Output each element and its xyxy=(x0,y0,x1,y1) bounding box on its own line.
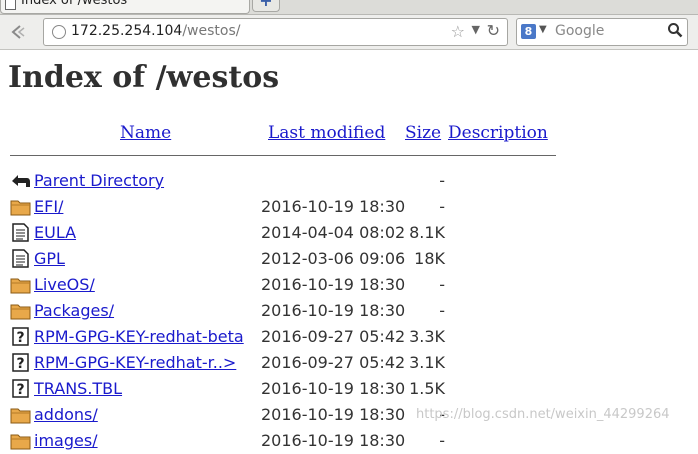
file-size: 3.3K xyxy=(409,327,445,346)
unknown-file-icon: ? xyxy=(10,327,31,346)
file-date: 2016-10-19 18:30 xyxy=(261,431,406,450)
tab-strip: Index of /westos + xyxy=(0,0,698,15)
search-engine-dropdown-icon[interactable]: ▼ xyxy=(539,24,547,35)
tab-westos[interactable]: Index of /westos xyxy=(0,0,250,14)
table-row: ? RPM-GPG-KEY-redhat-r..> 2016-09-27 05:42… xyxy=(0,350,698,376)
back-button[interactable] xyxy=(4,20,32,44)
table-row: ? RPM-GPG-KEY-redhat-beta 2016-09-27 05:42… xyxy=(0,324,698,350)
table-row: Parent Directory - xyxy=(0,168,698,194)
file-date: 2016-09-27 05:42 xyxy=(261,327,406,346)
table-row: ? TRANS.TBL 2016-10-19 18:30 1.5K xyxy=(0,376,698,402)
search-bar[interactable]: 8 ▼ Google xyxy=(516,18,688,46)
table-row: Packages/2016-10-19 18:30 - xyxy=(0,298,698,324)
file-date: 2016-09-27 05:42 xyxy=(261,353,406,372)
back-arrow-icon xyxy=(10,171,31,190)
file-date: 2016-10-19 18:30 xyxy=(261,301,406,320)
file-link[interactable]: EULA xyxy=(34,223,76,242)
url-bar[interactable]: 172.25.254.104/westos/ ☆ ▼ ↻ xyxy=(43,18,508,46)
file-link[interactable]: LiveOS/ xyxy=(34,275,95,294)
url-path: /westos/ xyxy=(182,23,241,39)
file-size: - xyxy=(439,171,445,190)
new-tab-button[interactable]: + xyxy=(252,0,280,12)
file-size: 18K xyxy=(414,249,445,268)
folder-icon xyxy=(10,197,31,216)
table-row: images/2016-10-19 18:30 - xyxy=(0,428,698,454)
sort-by-size-link[interactable]: Size xyxy=(405,123,441,143)
file-date: 2014-04-04 08:02 xyxy=(261,223,406,242)
text-file-icon xyxy=(10,249,31,268)
file-date: 2016-10-19 18:30 xyxy=(261,275,406,294)
file-size: - xyxy=(439,431,445,450)
file-size: 8.1K xyxy=(409,223,445,242)
sort-by-description-link[interactable]: Description xyxy=(448,123,548,143)
unknown-file-icon: ? xyxy=(10,379,31,398)
url-host: 172.25.254.104 xyxy=(71,23,183,39)
file-date: 2016-10-19 18:30 xyxy=(261,405,406,424)
navigation-bar: 172.25.254.104/westos/ ☆ ▼ ↻ 8 ▼ Google xyxy=(0,15,698,50)
page-icon xyxy=(5,0,16,10)
file-date: 2016-10-19 18:30 xyxy=(261,197,406,216)
back-arrow-icon xyxy=(11,25,25,39)
svg-text:?: ? xyxy=(16,356,24,372)
folder-icon xyxy=(10,405,31,424)
table-row: EFI/2016-10-19 18:30 - xyxy=(0,194,698,220)
unknown-file-icon: ? xyxy=(10,353,31,372)
search-engine-icon[interactable]: 8 xyxy=(521,24,536,39)
folder-icon xyxy=(10,431,31,450)
file-size: 3.1K xyxy=(409,353,445,372)
sort-by-name-link[interactable]: Name xyxy=(120,123,171,143)
file-link[interactable]: EFI/ xyxy=(34,197,63,216)
file-link[interactable]: addons/ xyxy=(34,405,98,424)
page-title: Index of /westos xyxy=(8,60,280,95)
url-text[interactable]: 172.25.254.104/westos/ xyxy=(71,23,240,39)
file-link[interactable]: Parent Directory xyxy=(34,171,164,190)
file-link[interactable]: RPM-GPG-KEY-redhat-r..> xyxy=(34,353,236,372)
folder-icon xyxy=(10,301,31,320)
tab-title: Index of /westos xyxy=(21,0,128,8)
file-size: 1.5K xyxy=(409,379,445,398)
file-link[interactable]: TRANS.TBL xyxy=(34,379,122,398)
bookmark-star-icon[interactable]: ☆ xyxy=(451,22,465,41)
file-date: 2016-10-19 18:30 xyxy=(261,379,406,398)
watermark: https://blog.csdn.net/weixin_44299264 xyxy=(416,407,670,422)
page-content: Index of /westos Name Last modified Size… xyxy=(0,50,698,450)
file-size: - xyxy=(439,197,445,216)
file-size: - xyxy=(439,275,445,294)
file-size: - xyxy=(439,301,445,320)
globe-icon xyxy=(52,25,66,39)
table-row: GPL 2012-03-06 09:06 18K xyxy=(0,246,698,272)
file-link[interactable]: Packages/ xyxy=(34,301,114,320)
file-date: 2012-03-06 09:06 xyxy=(261,249,406,268)
file-link[interactable]: GPL xyxy=(34,249,65,268)
file-link[interactable]: RPM-GPG-KEY-redhat-beta xyxy=(34,327,244,346)
svg-text:?: ? xyxy=(16,330,24,346)
history-dropdown-icon[interactable]: ▼ xyxy=(472,23,480,36)
svg-text:?: ? xyxy=(16,382,24,398)
sort-by-last-modified-link[interactable]: Last modified xyxy=(268,123,385,143)
folder-icon xyxy=(10,275,31,294)
table-row: LiveOS/2016-10-19 18:30 - xyxy=(0,272,698,298)
text-file-icon xyxy=(10,223,31,242)
search-input[interactable]: Google xyxy=(555,23,604,39)
reload-icon[interactable]: ↻ xyxy=(487,21,500,40)
search-icon[interactable] xyxy=(667,22,683,42)
table-row: EULA 2014-04-04 08:02 8.1K xyxy=(0,220,698,246)
file-link[interactable]: images/ xyxy=(34,431,98,450)
header-divider xyxy=(10,155,556,156)
